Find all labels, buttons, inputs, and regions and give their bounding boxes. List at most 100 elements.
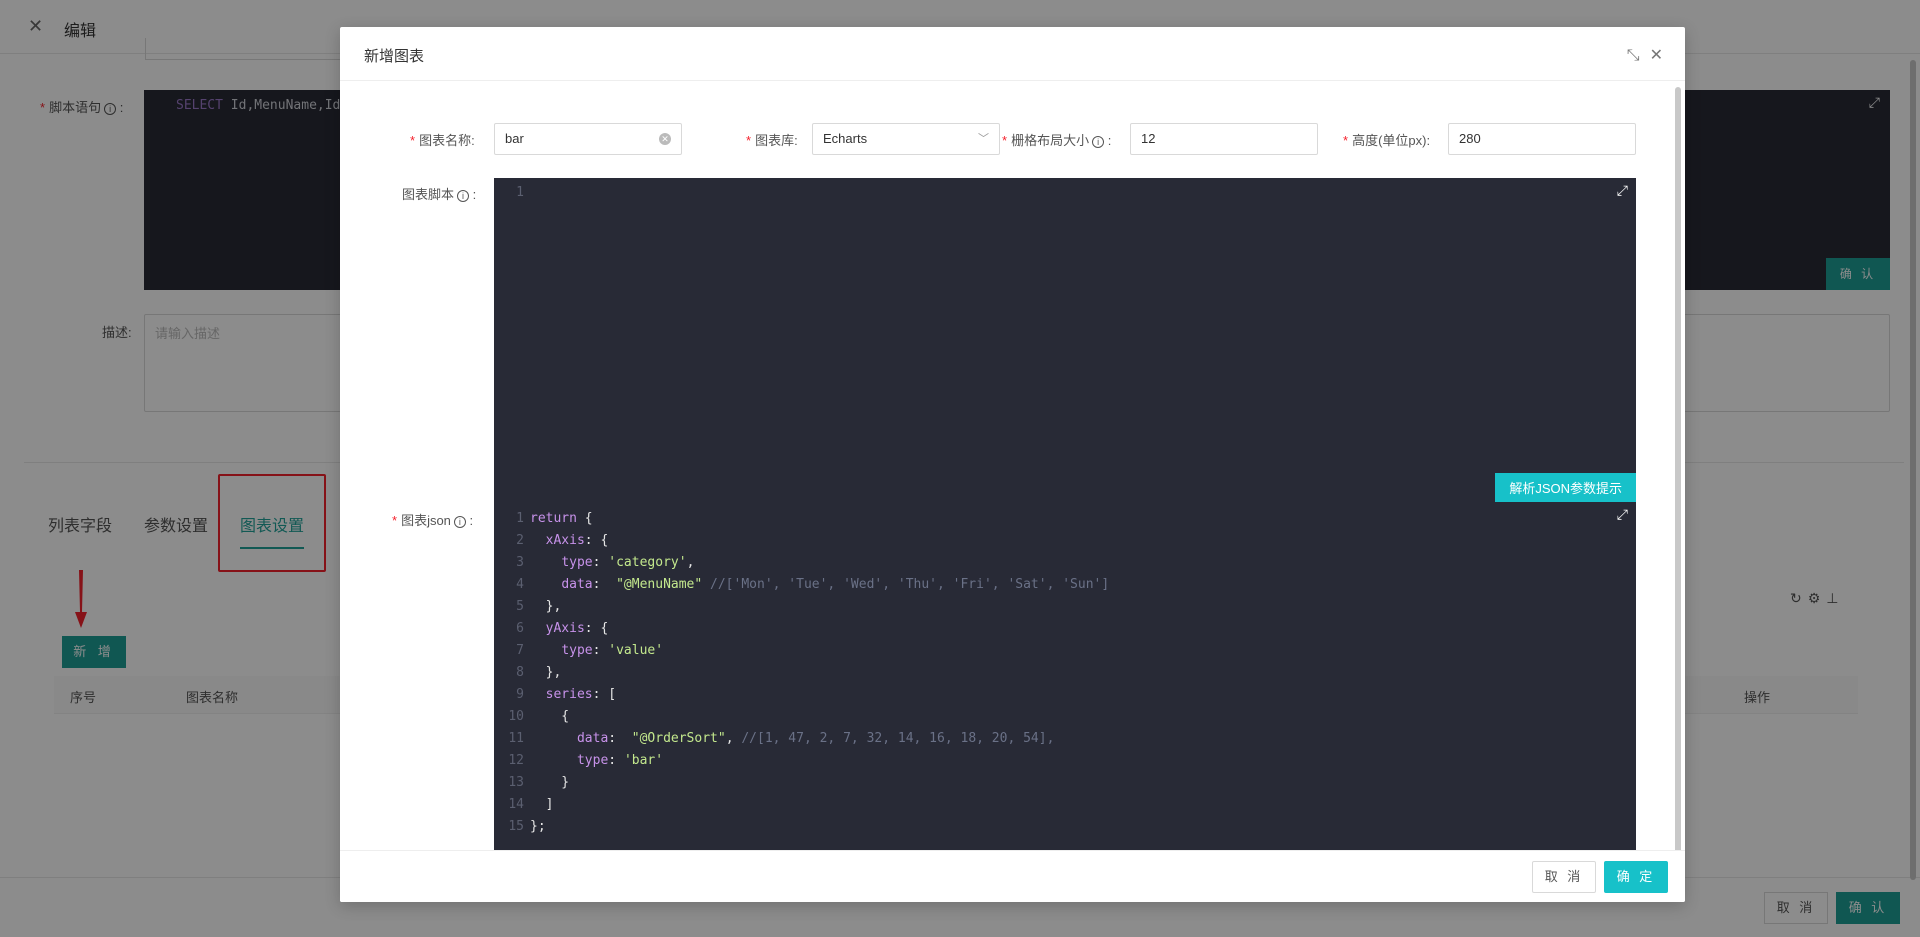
code-token: : <box>608 753 624 768</box>
code-line: 14 ] <box>494 794 1109 816</box>
chart-name-label: * 图表名称: <box>410 133 475 148</box>
code-line: 2 xAxis: { <box>494 530 1109 552</box>
code-token: , <box>686 555 695 570</box>
code-token: data <box>576 731 609 746</box>
code-line: 15}; <box>494 816 1109 838</box>
parse-json-button[interactable]: 解析JSON参数提示 <box>1495 473 1636 505</box>
line-number: 5 <box>516 599 524 614</box>
code-token: "@OrderSort" <box>631 731 726 746</box>
code-token: : [ <box>592 687 617 702</box>
code-token: , <box>725 731 742 746</box>
chart-script-editor[interactable]: 1 ⤢ 解析JSON参数提示 <box>494 178 1636 505</box>
line-number: 15 <box>508 819 524 834</box>
code-token: "@MenuName" <box>616 577 703 592</box>
json-code: 1 return {2 xAxis: {3 type: 'category', 4 … <box>494 508 1109 838</box>
code-token: : { <box>584 621 609 636</box>
chart-script-label: 图表脚本 i : <box>402 187 477 202</box>
code-token: type <box>561 643 593 658</box>
info-icon: i <box>453 515 466 528</box>
code-line: 13 } <box>494 772 1109 794</box>
code-token: data <box>561 577 593 592</box>
code-token: 'category' <box>608 555 687 570</box>
line-number: 14 <box>508 797 524 812</box>
modal-footer: 取 消 确 定 <box>340 850 1685 902</box>
chevron-down-icon: ﹀ <box>978 133 989 145</box>
code-line: 11 data: "@OrderSort", //[1, 47, 2, 7, 3… <box>494 728 1109 750</box>
chart-lib-label: * 图表库: <box>746 133 798 148</box>
modal-scrollbar[interactable] <box>1675 87 1681 867</box>
code-token: series <box>545 687 593 702</box>
code-token: } <box>530 775 570 790</box>
modal-title: 新增图表 <box>364 48 425 65</box>
chart-name-input[interactable]: bar ✕ <box>494 123 682 155</box>
code-line: 1 return { <box>494 508 1109 530</box>
code-token: xAxis <box>545 533 585 548</box>
code-token: }, <box>530 665 562 680</box>
add-chart-modal: 新增图表 ⤡ ✕ * 图表名称: bar ✕ * 图表库: Echarts ﹀ * 栅格… <box>340 27 1685 902</box>
line-number: 3 <box>516 555 524 570</box>
info-icon: i <box>457 189 470 202</box>
line-number: 7 <box>516 643 524 658</box>
expand-icon[interactable]: ⤢ <box>1617 182 1628 199</box>
grid-size-input[interactable]: 12 <box>1130 123 1318 155</box>
ok-button[interactable]: 确 定 <box>1604 861 1668 893</box>
line-number: 4 <box>516 577 524 592</box>
code-line: 10 { <box>494 706 1109 728</box>
code-token: yAxis <box>545 621 585 636</box>
code-token: type <box>576 753 609 768</box>
modal-header: 新增图表 ⤡ ✕ <box>340 27 1685 81</box>
code-token: 'value' <box>608 643 664 658</box>
code-token: : <box>592 555 609 570</box>
code-token: //['Mon', 'Tue', 'Wed', 'Thu', 'Fri', 'S… <box>710 577 1110 592</box>
code-line: 6 yAxis: { <box>494 618 1109 640</box>
height-input[interactable]: 280 <box>1448 123 1636 155</box>
line-number: 6 <box>516 621 524 636</box>
chart-lib-select[interactable]: Echarts ﹀ <box>812 123 1000 155</box>
code-line: 5 }, <box>494 596 1109 618</box>
expand-icon[interactable]: ⤢ <box>1617 506 1628 523</box>
code-line: 3 type: 'category', <box>494 552 1109 574</box>
line-number: 8 <box>516 665 524 680</box>
chart-json-label: * 图表json i : <box>392 513 474 528</box>
clear-icon[interactable]: ✕ <box>659 133 671 145</box>
code-line: 9 series: [ <box>494 684 1109 706</box>
grid-size-label: * 栅格布局大小 i : <box>1002 133 1112 148</box>
code-line: 7 type: 'value' <box>494 640 1109 662</box>
info-icon: i <box>1092 135 1105 148</box>
code-token: type <box>561 555 593 570</box>
line-number: 11 <box>508 731 524 746</box>
code-line: 12 type: 'bar' <box>494 750 1109 772</box>
code-token: 'bar' <box>623 753 664 768</box>
fullscreen-icon[interactable]: ⤡ <box>1627 47 1640 64</box>
code-token: { <box>576 511 593 526</box>
code-token: }; <box>530 819 546 834</box>
code-token: }, <box>530 599 562 614</box>
height-label: * 高度(单位px): <box>1343 133 1431 148</box>
code-token: { <box>530 709 570 724</box>
line-number: 9 <box>516 687 524 702</box>
code-token: : <box>608 731 632 746</box>
code-token: return <box>530 511 577 526</box>
chart-json-editor[interactable]: 1 return {2 xAxis: {3 type: 'category', 4 … <box>494 502 1636 852</box>
code-line: 4 data: "@MenuName" //['Mon', 'Tue', 'We… <box>494 574 1109 596</box>
code-token: : <box>592 577 617 592</box>
code-token: : <box>592 643 609 658</box>
line-number: 12 <box>508 753 524 768</box>
line-number: 1 <box>516 185 524 200</box>
line-number: 1 <box>516 511 524 526</box>
line-number: 2 <box>516 533 524 548</box>
cancel-button[interactable]: 取 消 <box>1532 861 1596 893</box>
code-token: //[1, 47, 2, 7, 32, 14, 16, 18, 20, 54], <box>741 731 1055 746</box>
close-icon[interactable]: ✕ <box>1650 47 1663 64</box>
code-token: : { <box>584 533 609 548</box>
line-number: 13 <box>508 775 524 790</box>
